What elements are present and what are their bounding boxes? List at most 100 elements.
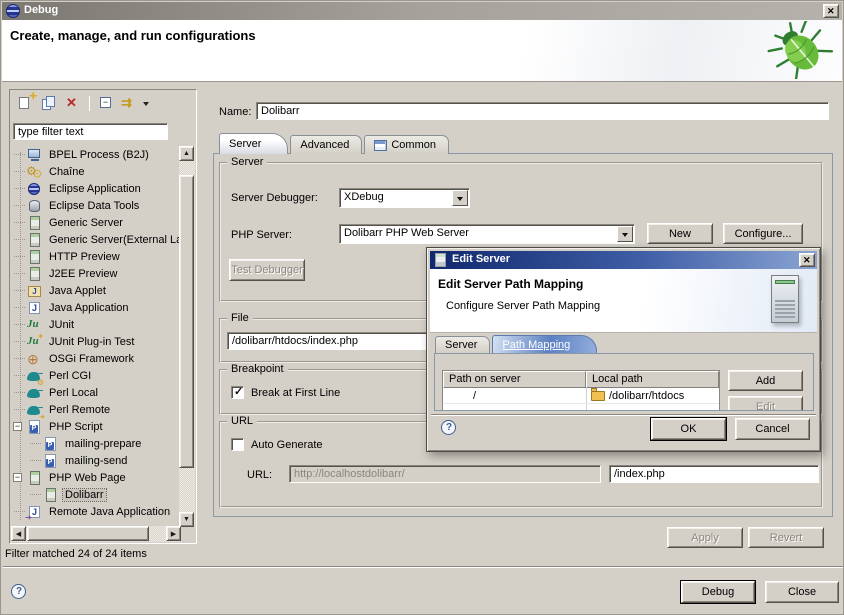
dropdown-arrow-icon[interactable] — [617, 226, 633, 242]
duplicate-configuration-icon[interactable] — [39, 94, 60, 112]
cancel-button[interactable]: Cancel — [735, 418, 810, 440]
delete-configuration-icon[interactable] — [62, 94, 83, 112]
scroll-up-icon[interactable] — [179, 146, 194, 161]
tree-item[interactable]: JUnit Plug-in Test — [12, 333, 189, 350]
expand-toggle-icon[interactable] — [12, 146, 26, 163]
expand-toggle-icon[interactable] — [12, 333, 26, 350]
expand-toggle-icon[interactable] — [28, 452, 42, 469]
vertical-scrollbar-thumb[interactable] — [179, 175, 194, 468]
column-header-local-path[interactable]: Local path — [586, 371, 719, 388]
ok-button[interactable]: OK — [651, 418, 726, 440]
tree-item[interactable]: Perl Remote — [12, 401, 189, 418]
scroll-right-icon[interactable] — [166, 526, 181, 541]
filter-icon[interactable] — [119, 94, 140, 112]
test-debugger-button[interactable]: Test Debugger — [229, 259, 305, 281]
tab-server-settings[interactable]: Server — [435, 336, 490, 353]
dialog-close-button[interactable] — [799, 253, 815, 267]
url-path-input[interactable] — [609, 465, 819, 483]
tree-item[interactable]: Remote Java Application — [12, 503, 189, 520]
tree-item[interactable]: Eclipse Application — [12, 180, 189, 197]
expand-toggle-icon[interactable] — [12, 197, 26, 214]
tree-item[interactable]: Generic Server(External La — [12, 231, 189, 248]
expand-toggle-icon[interactable] — [28, 486, 42, 503]
expand-toggle-icon[interactable] — [12, 367, 26, 384]
scroll-left-icon[interactable] — [11, 526, 26, 541]
expand-toggle-icon[interactable] — [12, 350, 26, 367]
tree-item-icon — [26, 249, 44, 265]
tree-item-label: mailing-prepare — [63, 438, 143, 450]
expand-toggle-icon[interactable] — [28, 435, 42, 452]
table-row[interactable]: / /dolibarr/htdocs — [443, 388, 719, 404]
scroll-down-icon[interactable] — [179, 512, 194, 527]
tree-item[interactable]: Perl Local — [12, 384, 189, 401]
apply-button[interactable]: Apply — [667, 527, 743, 548]
column-header-path-on-server[interactable]: Path on server — [443, 371, 586, 388]
window-close-button[interactable] — [823, 4, 839, 18]
tree-vertical-scrollbar[interactable] — [179, 146, 195, 527]
expand-toggle-icon[interactable] — [12, 180, 26, 197]
expand-toggle-icon[interactable] — [12, 299, 26, 316]
configure-button[interactable]: Configure... — [723, 223, 803, 244]
tree-item[interactable]: mailing-prepare — [12, 435, 189, 452]
expand-toggle-icon[interactable] — [12, 418, 26, 435]
tree-item[interactable]: mailing-send — [12, 452, 189, 469]
configurations-tree[interactable]: BPEL Process (B2J) Chaîne Eclipse Applic… — [12, 146, 189, 527]
expand-toggle-icon[interactable] — [12, 163, 26, 180]
horizontal-scrollbar-thumb[interactable] — [27, 526, 149, 541]
expand-toggle-icon[interactable] — [12, 231, 26, 248]
expand-toggle-icon[interactable] — [12, 214, 26, 231]
tab-common[interactable]: Common — [364, 135, 449, 154]
tree-item[interactable]: J2EE Preview — [12, 265, 189, 282]
new-server-button[interactable]: New — [647, 223, 713, 244]
tree-item[interactable]: Java Applet — [12, 282, 189, 299]
tree-item[interactable]: Chaîne — [12, 163, 189, 180]
filter-menu-arrow-icon[interactable] — [142, 94, 151, 112]
tree-item[interactable]: PHP Web Page — [12, 469, 189, 486]
tree-item[interactable]: JUnit — [12, 316, 189, 333]
tree-item[interactable]: Dolibarr — [12, 486, 189, 503]
local-path-text: /dolibarr/htdocs — [609, 390, 684, 402]
tree-item[interactable]: Eclipse Data Tools — [12, 197, 189, 214]
auto-generate-checkbox[interactable] — [231, 438, 244, 451]
close-button[interactable]: Close — [765, 581, 839, 603]
tree-item[interactable]: HTTP Preview — [12, 248, 189, 265]
tab-advanced[interactable]: Advanced — [290, 135, 362, 154]
expand-toggle-icon[interactable] — [12, 401, 26, 418]
help-icon[interactable] — [11, 584, 26, 599]
add-button[interactable]: Add — [728, 370, 803, 391]
dropdown-arrow-icon[interactable] — [452, 190, 468, 206]
dialog-titlebar[interactable]: Edit Server — [430, 251, 817, 269]
tree-item[interactable]: OSGi Framework — [12, 350, 189, 367]
tree-item-icon — [26, 504, 44, 520]
new-configuration-icon[interactable] — [16, 94, 37, 112]
tree-item-label: Eclipse Data Tools — [47, 200, 141, 212]
path-mapping-table[interactable]: Path on server Local path / /dolibarr/ht… — [442, 370, 720, 411]
expand-toggle-icon[interactable] — [12, 384, 26, 401]
collapse-all-icon[interactable] — [96, 94, 117, 112]
revert-button[interactable]: Revert — [748, 527, 824, 548]
expand-toggle-icon[interactable] — [12, 316, 26, 333]
filter-status-text: Filter matched 24 of 24 items — [5, 548, 147, 560]
expand-toggle-icon[interactable] — [12, 265, 26, 282]
php-server-select[interactable]: Dolibarr PHP Web Server — [339, 224, 635, 244]
server-debugger-select[interactable]: XDebug — [339, 188, 470, 208]
dialog-help-icon[interactable] — [441, 420, 456, 435]
tab-path-mapping[interactable]: Path Mapping — [492, 335, 597, 353]
tree-horizontal-scrollbar[interactable] — [11, 526, 181, 542]
expand-toggle-icon[interactable] — [12, 469, 26, 486]
break-at-first-line-checkbox[interactable] — [231, 386, 244, 399]
window-titlebar[interactable]: Debug — [2, 2, 842, 20]
tab-server[interactable]: Server — [219, 133, 288, 154]
debug-button[interactable]: Debug — [681, 581, 755, 603]
tree-item[interactable]: PHP Script — [12, 418, 189, 435]
expand-toggle-icon[interactable] — [12, 248, 26, 265]
tree-item[interactable]: Generic Server — [12, 214, 189, 231]
type-filter-input[interactable] — [13, 123, 168, 140]
expand-toggle-icon[interactable] — [12, 503, 26, 520]
expand-toggle-icon[interactable] — [12, 282, 26, 299]
name-input[interactable] — [256, 102, 829, 120]
edit-button[interactable]: Edit — [728, 396, 803, 411]
tree-item[interactable]: Java Application — [12, 299, 189, 316]
tree-item[interactable]: BPEL Process (B2J) — [12, 146, 189, 163]
tree-item[interactable]: Perl CGI — [12, 367, 189, 384]
